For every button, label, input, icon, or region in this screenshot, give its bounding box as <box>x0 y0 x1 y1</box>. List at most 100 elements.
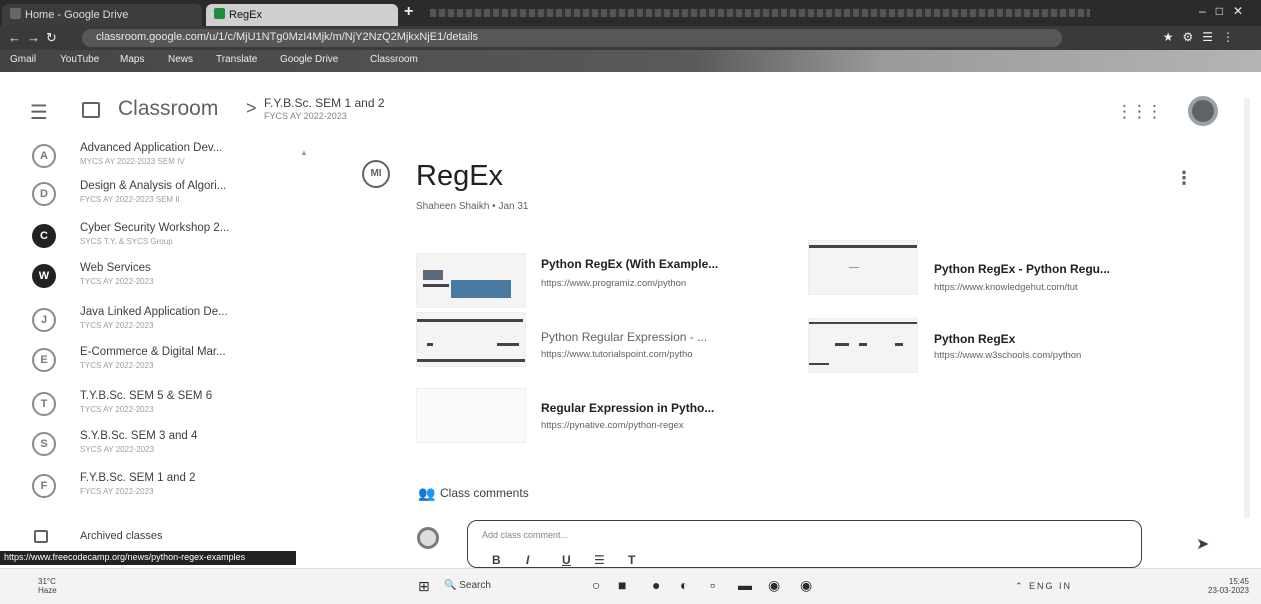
class-name: Web Services <box>80 262 151 274</box>
underline-icon[interactable]: U <box>562 553 571 567</box>
attachment-title[interactable]: Regular Expression in Pytho... <box>541 401 714 415</box>
italic-icon[interactable]: I <box>526 553 529 567</box>
attachment-url: https://www.w3schools.com/python <box>934 350 1082 361</box>
weather-widget[interactable]: 31°C Haze <box>38 577 57 595</box>
task-view-icon[interactable]: ○ <box>592 577 600 593</box>
sidebar-class-item[interactable]: C Cyber Security Workshop 2... SYCS T.Y.… <box>0 220 300 258</box>
class-section: TYCS AY 2022-2023 <box>80 405 154 414</box>
attachment-thumbnail[interactable] <box>416 388 526 443</box>
attachment-title[interactable]: Python RegEx (With Example... <box>541 257 718 271</box>
class-name: F.Y.B.Sc. SEM 1 and 2 <box>80 472 196 484</box>
class-avatar: A <box>32 144 56 168</box>
bookmarks-bar: Gmail YouTube Maps News Translate Google… <box>0 50 1261 72</box>
app-title[interactable]: Classroom <box>118 97 218 121</box>
sidebar-class-item[interactable]: J Java Linked Application De... TYCS AY … <box>0 304 300 342</box>
google-apps-icon[interactable]: ⋮⋮⋮ <box>1116 102 1163 122</box>
taskbar-clock[interactable]: 15:45 23-03-2023 <box>1208 577 1249 595</box>
url-field[interactable]: classroom.google.com/u/1/c/MjU1NTg0MzI4M… <box>82 29 1062 47</box>
bookmark-item[interactable]: Maps <box>120 54 144 65</box>
new-tab-button[interactable]: + <box>404 3 413 21</box>
class-avatar: D <box>32 182 56 206</box>
bulleted-list-icon[interactable]: ☰ <box>594 553 605 567</box>
edge-icon[interactable]: ◐ <box>680 577 688 593</box>
bold-icon[interactable]: B <box>492 553 501 567</box>
attachment-title[interactable]: Python RegEx - Python Regu... <box>934 262 1110 276</box>
class-section: FYCS AY 2022-2023 SEM II <box>80 195 180 204</box>
material-title: RegEx <box>416 160 504 192</box>
bookmark-item[interactable]: Translate <box>216 54 257 65</box>
taskbar-search[interactable]: 🔍 Search <box>444 580 491 591</box>
system-tray[interactable]: ⌃ ENG IN <box>1015 581 1072 592</box>
class-avatar: E <box>32 348 56 372</box>
taskbar-search-label: Search <box>459 580 491 591</box>
sidebar-class-item[interactable]: A Advanced Application Dev... MYCS AY 20… <box>0 140 300 178</box>
drive-favicon-icon <box>10 8 21 19</box>
class-section: SYCS T.Y. & SYCS Group <box>80 237 173 246</box>
class-section: TYCS AY 2022-2023 <box>80 277 154 286</box>
windows-taskbar: 31°C Haze ⊞ 🔍 Search ○ ■ ● ◐ ▫ ▬ ◉ ◉ ⌃ E… <box>0 568 1261 604</box>
sidebar-class-item[interactable]: F F.Y.B.Sc. SEM 1 and 2 FYCS AY 2022-202… <box>0 470 300 508</box>
main-menu-icon[interactable]: ☰ <box>30 100 48 125</box>
chrome-profile-icon[interactable]: ◉ <box>800 577 812 594</box>
clock-time: 15:45 <box>1228 577 1249 586</box>
breadcrumb-class-title[interactable]: F.Y.B.Sc. SEM 1 and 2 <box>264 96 385 110</box>
clear-formatting-icon[interactable]: T <box>628 553 635 567</box>
class-name: Cyber Security Workshop 2... <box>80 222 230 234</box>
sidebar-class-item[interactable]: D Design & Analysis of Algori... FYCS AY… <box>0 178 300 216</box>
store-icon[interactable]: ▫ <box>710 577 715 593</box>
nav-buttons[interactable]: ←→↻ <box>8 30 63 46</box>
attachment-title[interactable]: Python RegEx <box>934 332 1015 346</box>
sidebar-class-item[interactable]: E E-Commerce & Digital Mar... TYCS AY 20… <box>0 344 300 382</box>
browser-tab-bar: Home - Google Drive RegEx + –□✕ <box>0 0 1261 26</box>
attachment-thumbnail[interactable] <box>416 253 526 308</box>
bookmark-item[interactable]: Google Drive <box>280 54 338 65</box>
class-name: T.Y.B.Sc. SEM 5 & SEM 6 <box>80 390 213 402</box>
bookmark-item[interactable]: Gmail <box>10 54 36 65</box>
tab-strip-overflow <box>430 9 1090 17</box>
attachment-thumbnail[interactable] <box>808 240 918 295</box>
send-icon[interactable]: ➤ <box>1196 534 1209 554</box>
class-section: FYCS AY 2022-2023 <box>80 487 154 496</box>
class-avatar: C <box>32 224 56 248</box>
sidebar-class-item[interactable]: T T.Y.B.Sc. SEM 5 & SEM 6 TYCS AY 2022-2… <box>0 388 300 426</box>
app-icon[interactable]: ▬ <box>738 577 752 593</box>
classroom-logo-icon[interactable] <box>82 102 100 118</box>
breadcrumb-chevron-icon: > <box>246 98 257 118</box>
sidebar: A Advanced Application Dev... MYCS AY 20… <box>0 136 310 546</box>
bookmark-item[interactable]: Classroom <box>370 54 418 65</box>
attachment-title[interactable]: Python Regular Expression - ... <box>541 330 707 344</box>
attachment-thumbnail[interactable] <box>416 312 526 367</box>
attachment-thumbnail[interactable] <box>808 318 918 373</box>
class-avatar: W <box>32 264 56 288</box>
tab-label: RegEx <box>229 9 263 21</box>
windows-start-icon[interactable]: ⊞ <box>418 578 430 595</box>
class-comments-label[interactable]: Class comments <box>440 486 529 500</box>
bookmark-item[interactable]: News <box>168 54 193 65</box>
chrome-icon[interactable]: ◉ <box>768 577 780 594</box>
sidebar-class-item[interactable]: S S.Y.B.Sc. SEM 3 and 4 SYCS AY 2022-202… <box>0 428 300 466</box>
material-author-avatar: MI <box>362 160 390 188</box>
bookmark-item[interactable]: YouTube <box>60 54 99 65</box>
browser-tab-regex[interactable]: RegEx <box>206 4 398 26</box>
class-name: Java Linked Application De... <box>80 306 228 318</box>
class-name: Advanced Application Dev... <box>80 142 223 154</box>
account-avatar[interactable] <box>1188 96 1218 126</box>
page-scrollbar[interactable] <box>1244 98 1250 518</box>
sidebar-scroll-arrow-icon[interactable]: ▲ <box>300 148 308 157</box>
toolbar-icons[interactable]: ★⚙☰⋮ <box>1163 30 1243 44</box>
sidebar-class-item[interactable]: W Web Services TYCS AY 2022-2023 <box>0 260 300 298</box>
browser-tab-drive[interactable]: Home - Google Drive <box>2 4 202 26</box>
weather-temp: 31°C <box>38 577 56 586</box>
file-explorer-icon[interactable]: ■ <box>618 577 626 593</box>
comment-placeholder: Add class comment... <box>482 530 569 540</box>
class-section: TYCS AY 2022-2023 <box>80 361 154 370</box>
comment-input[interactable]: Add class comment... B I U ☰ T <box>467 520 1142 568</box>
attachment-url: https://www.programiz.com/python <box>541 278 687 289</box>
attachment-url: https://pynative.com/python-regex <box>541 420 684 431</box>
archive-icon[interactable] <box>34 530 48 543</box>
more-options-icon[interactable]: ⋮ <box>1175 168 1193 189</box>
chat-icon[interactable]: ● <box>652 577 660 593</box>
window-controls[interactable]: –□✕ <box>1199 4 1253 18</box>
class-avatar: T <box>32 392 56 416</box>
archived-classes-link[interactable]: Archived classes <box>80 530 163 542</box>
